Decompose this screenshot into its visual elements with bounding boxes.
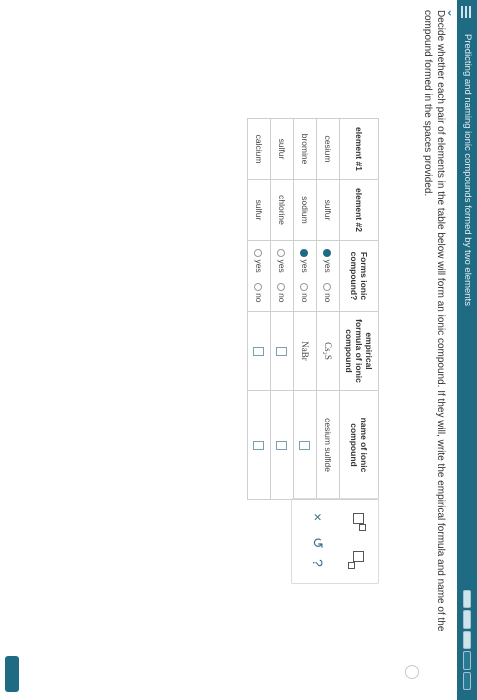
name-field[interactable]: cesium sulfide (316, 390, 340, 500)
formula-field[interactable] (247, 311, 271, 391)
explanation-tab[interactable] (5, 656, 19, 692)
element1-cell: sulfur (270, 118, 294, 180)
superscript-box-icon[interactable] (348, 513, 366, 531)
answer-box[interactable] (276, 440, 288, 450)
no-radio[interactable] (277, 283, 286, 292)
name-field[interactable] (247, 390, 271, 500)
answer-box[interactable] (253, 440, 265, 450)
no-option[interactable]: no (323, 283, 333, 303)
forms-ionic-cell: yes no (293, 240, 317, 312)
element2-cell: sulfur (247, 179, 271, 241)
col-header-element1: element #1 (339, 118, 379, 180)
yes-option[interactable]: yes (323, 249, 333, 273)
element1-cell: bromine (293, 118, 317, 180)
forms-ionic-cell: yes no (316, 240, 340, 312)
top-bar: Predicting and naming ionic compounds fo… (457, 0, 477, 700)
clear-icon[interactable]: × (310, 513, 326, 521)
no-radio[interactable] (323, 283, 332, 292)
no-option[interactable]: no (254, 283, 264, 303)
no-option[interactable]: no (277, 283, 287, 303)
yes-option[interactable]: yes (277, 249, 287, 273)
instructions-text: Decide whether each pair of elements in … (422, 10, 446, 632)
element1-cell: cesium (316, 118, 340, 180)
yes-radio[interactable] (277, 249, 286, 258)
subscript-box-icon[interactable] (348, 551, 366, 569)
yes-radio[interactable] (254, 249, 263, 258)
compounds-table: element #1 element #2 Forms ionic compou… (247, 118, 379, 500)
yes-option[interactable]: yes (300, 249, 310, 273)
no-option[interactable]: no (300, 283, 310, 303)
table-row: cesium sulfur yes no Cs₂S cesium sulfide (316, 118, 340, 500)
col-header-element2: element #2 (339, 179, 379, 241)
name-field[interactable] (293, 390, 317, 500)
collapse-chevron-icon[interactable]: ⌄ (445, 8, 459, 24)
undo-icon[interactable]: ↺ (309, 537, 326, 549)
element1-cell: calcium (247, 118, 271, 180)
answer-box[interactable] (299, 440, 311, 450)
answer-box[interactable] (253, 346, 265, 356)
col-header-name: name of ionic compound (339, 390, 379, 500)
yes-option[interactable]: yes (254, 249, 264, 273)
table-row: sulfur chlorine yes no (270, 118, 294, 500)
yes-radio[interactable] (300, 249, 309, 258)
yes-radio[interactable] (323, 249, 332, 258)
circle-icon (405, 665, 419, 679)
rotated-page: Predicting and naming ionic compounds fo… (0, 0, 477, 700)
element2-cell: chlorine (270, 179, 294, 241)
answer-tools-panel: × ↺ ? (291, 498, 379, 584)
name-field[interactable] (270, 390, 294, 500)
formula-field[interactable]: Cs₂S (316, 311, 340, 391)
no-radio[interactable] (300, 283, 309, 292)
no-radio[interactable] (254, 283, 263, 292)
table-row: calcium sulfur yes no (247, 118, 271, 500)
table-row: bromine sodium yes no NaBr (293, 118, 317, 500)
element2-cell: sulfur (316, 179, 340, 241)
menu-icon[interactable] (461, 6, 473, 18)
col-header-formula: empirical formula of ionic compound (339, 311, 379, 391)
col-header-forms-ionic: Forms ionic compound? (339, 240, 379, 312)
answer-box[interactable] (276, 346, 288, 356)
element2-cell: sodium (293, 179, 317, 241)
forms-ionic-cell: yes no (247, 240, 271, 312)
formula-field[interactable]: NaBr (293, 311, 317, 391)
forms-ionic-cell: yes no (270, 240, 294, 312)
help-icon[interactable]: ? (310, 559, 326, 567)
assignment-title: Predicting and naming ionic compounds fo… (462, 34, 473, 306)
progress-indicator (463, 590, 471, 691)
formula-field[interactable] (270, 311, 294, 391)
